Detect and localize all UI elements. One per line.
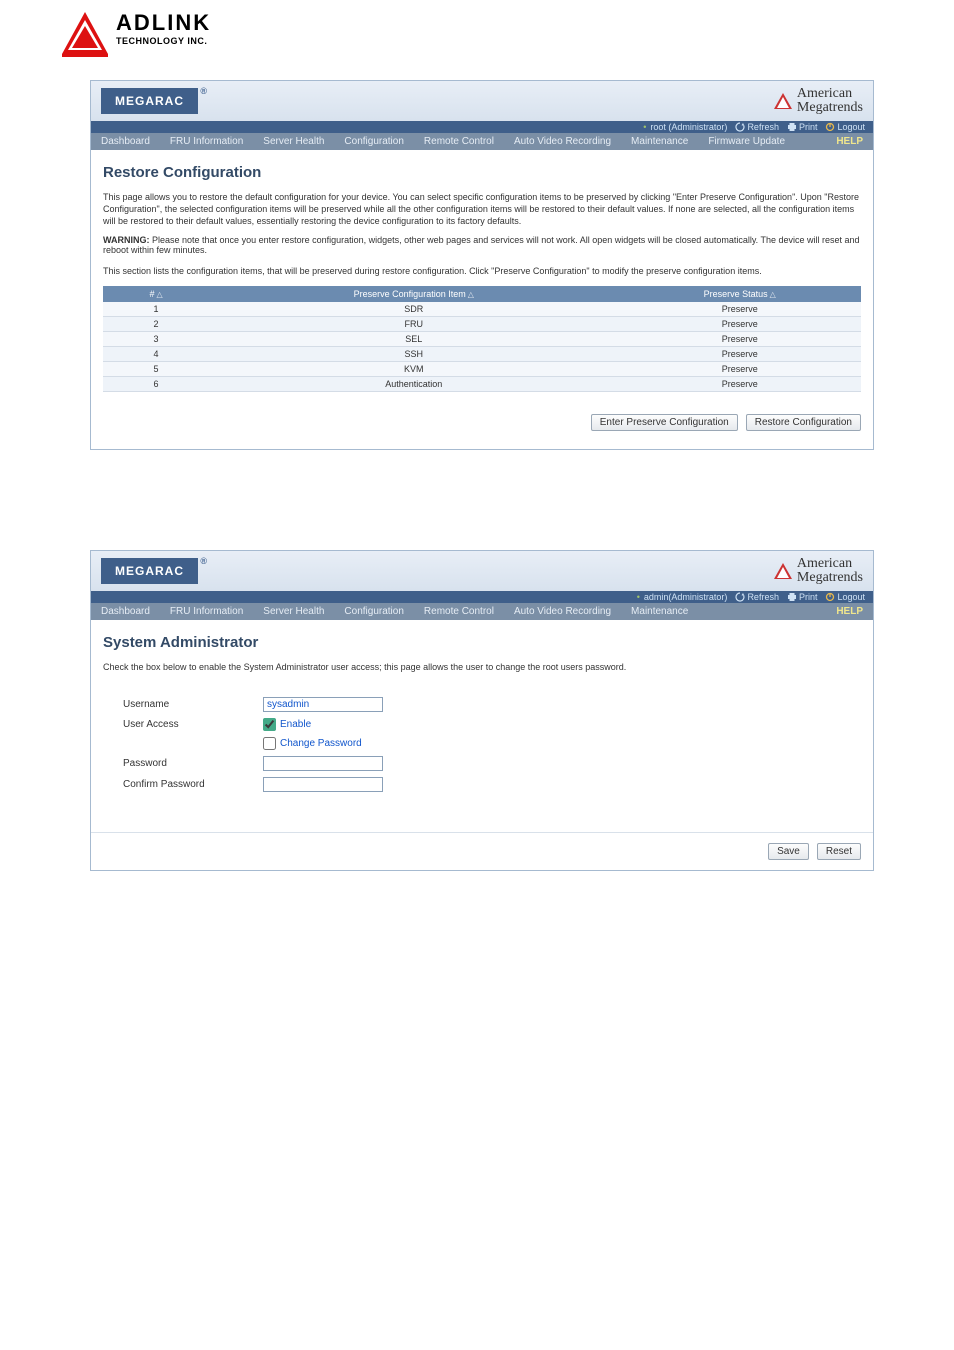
logout-link[interactable]: Logout bbox=[825, 592, 865, 602]
refresh-link[interactable]: Refresh bbox=[735, 592, 779, 602]
cell-item: FRU bbox=[209, 316, 618, 331]
nav-firmware-update[interactable]: Firmware Update bbox=[698, 133, 795, 150]
megarac-badge: MEGARAC bbox=[101, 558, 198, 584]
brand-name: ADLINK bbox=[116, 10, 211, 36]
cell-item: Authentication bbox=[209, 376, 618, 391]
table-row[interactable]: 4SSHPreserve bbox=[103, 346, 861, 361]
nav-remote-control[interactable]: Remote Control bbox=[414, 603, 504, 620]
nav-dashboard[interactable]: Dashboard bbox=[91, 603, 160, 620]
col-item[interactable]: Preserve Configuration Item△ bbox=[209, 286, 618, 302]
table-row[interactable]: 2FRUPreserve bbox=[103, 316, 861, 331]
cell-item: SSH bbox=[209, 346, 618, 361]
nav-configuration[interactable]: Configuration bbox=[334, 133, 413, 150]
nav-auto-video-recording[interactable]: Auto Video Recording bbox=[504, 133, 621, 150]
confirm-password-input[interactable] bbox=[263, 777, 383, 792]
table-row[interactable]: 1SDRPreserve bbox=[103, 302, 861, 317]
refresh-icon bbox=[735, 122, 745, 132]
print-link[interactable]: Print bbox=[787, 592, 818, 602]
username-label: Username bbox=[123, 699, 263, 710]
col-status[interactable]: Preserve Status△ bbox=[618, 286, 861, 302]
cell-num: 6 bbox=[103, 376, 209, 391]
brand-logo-area: ADLINK TECHNOLOGY INC. bbox=[0, 0, 954, 80]
logout-icon bbox=[825, 122, 835, 132]
nav-help[interactable]: HELP bbox=[826, 603, 873, 620]
table-row[interactable]: 6AuthenticationPreserve bbox=[103, 376, 861, 391]
user-indicator: admin(Administrator) bbox=[637, 592, 728, 602]
nav-maintenance[interactable]: Maintenance bbox=[621, 603, 698, 620]
user-bar: root (Administrator) Refresh Print Logou… bbox=[91, 121, 873, 133]
ami-logo: American Megatrends bbox=[773, 557, 863, 585]
nav-help[interactable]: HELP bbox=[826, 133, 873, 150]
table-row[interactable]: 3SELPreserve bbox=[103, 331, 861, 346]
cell-status: Preserve bbox=[618, 361, 861, 376]
megarac-badge: MEGARAC bbox=[101, 88, 198, 114]
cell-item: KVM bbox=[209, 361, 618, 376]
page-description: Check the box below to enable the System… bbox=[103, 661, 861, 673]
restore-config-window: MEGARAC American Megatrends root (Admini… bbox=[90, 80, 874, 450]
cell-status: Preserve bbox=[618, 376, 861, 391]
nav-fru-information[interactable]: FRU Information bbox=[160, 603, 253, 620]
system-admin-window: MEGARAC American Megatrends admin(Admini… bbox=[90, 550, 874, 871]
sort-icon: △ bbox=[156, 290, 162, 299]
cell-status: Preserve bbox=[618, 346, 861, 361]
nav-configuration[interactable]: Configuration bbox=[334, 603, 413, 620]
change-password-checkbox[interactable] bbox=[263, 737, 276, 750]
page-title: System Administrator bbox=[103, 634, 861, 651]
restore-config-button[interactable]: Restore Configuration bbox=[746, 414, 861, 431]
enter-preserve-config-button[interactable]: Enter Preserve Configuration bbox=[591, 414, 738, 431]
ami-triangle-icon bbox=[773, 562, 793, 580]
sort-icon: △ bbox=[468, 290, 474, 299]
brand-tagline: TECHNOLOGY INC. bbox=[116, 36, 211, 46]
logout-icon bbox=[825, 592, 835, 602]
logout-link[interactable]: Logout bbox=[825, 122, 865, 132]
user-indicator: root (Administrator) bbox=[643, 122, 727, 132]
table-row[interactable]: 5KVMPreserve bbox=[103, 361, 861, 376]
cell-num: 2 bbox=[103, 316, 209, 331]
nav-bar: Dashboard FRU Information Server Health … bbox=[91, 133, 873, 150]
cell-item: SEL bbox=[209, 331, 618, 346]
sort-icon: △ bbox=[770, 290, 776, 299]
adlink-mark-icon bbox=[60, 10, 110, 60]
reset-button[interactable]: Reset bbox=[817, 843, 861, 860]
ami-logo: American Megatrends bbox=[773, 87, 863, 115]
refresh-link[interactable]: Refresh bbox=[735, 122, 779, 132]
password-label: Password bbox=[123, 758, 263, 769]
cell-status: Preserve bbox=[618, 302, 861, 317]
cell-num: 1 bbox=[103, 302, 209, 317]
nav-auto-video-recording[interactable]: Auto Video Recording bbox=[504, 603, 621, 620]
print-icon bbox=[787, 122, 797, 132]
nav-bar: Dashboard FRU Information Server Health … bbox=[91, 603, 873, 620]
user-access-label: User Access bbox=[123, 719, 263, 730]
cell-num: 3 bbox=[103, 331, 209, 346]
nav-dashboard[interactable]: Dashboard bbox=[91, 133, 160, 150]
nav-server-health[interactable]: Server Health bbox=[253, 603, 334, 620]
cell-status: Preserve bbox=[618, 331, 861, 346]
password-input[interactable] bbox=[263, 756, 383, 771]
col-num[interactable]: #△ bbox=[103, 286, 209, 302]
cell-status: Preserve bbox=[618, 316, 861, 331]
enable-label: Enable bbox=[280, 719, 311, 730]
ami-triangle-icon bbox=[773, 92, 793, 110]
nav-remote-control[interactable]: Remote Control bbox=[414, 133, 504, 150]
nav-maintenance[interactable]: Maintenance bbox=[621, 133, 698, 150]
username-input[interactable] bbox=[263, 697, 383, 712]
page-description: This page allows you to restore the defa… bbox=[103, 191, 861, 227]
confirm-password-label: Confirm Password bbox=[123, 779, 263, 790]
nav-server-health[interactable]: Server Health bbox=[253, 133, 334, 150]
change-password-label: Change Password bbox=[280, 738, 362, 749]
user-bar: admin(Administrator) Refresh Print Logou… bbox=[91, 591, 873, 603]
save-button[interactable]: Save bbox=[768, 843, 809, 860]
preserve-config-table: #△ Preserve Configuration Item△ Preserve… bbox=[103, 286, 861, 392]
nav-fru-information[interactable]: FRU Information bbox=[160, 133, 253, 150]
warning-text: WARNING: Please note that once you enter… bbox=[103, 235, 861, 255]
print-icon bbox=[787, 592, 797, 602]
print-link[interactable]: Print bbox=[787, 122, 818, 132]
cell-num: 5 bbox=[103, 361, 209, 376]
enable-access-checkbox[interactable] bbox=[263, 718, 276, 731]
cell-item: SDR bbox=[209, 302, 618, 317]
page-title: Restore Configuration bbox=[103, 164, 861, 181]
cell-num: 4 bbox=[103, 346, 209, 361]
section-description: This section lists the configuration ite… bbox=[103, 265, 861, 277]
refresh-icon bbox=[735, 592, 745, 602]
